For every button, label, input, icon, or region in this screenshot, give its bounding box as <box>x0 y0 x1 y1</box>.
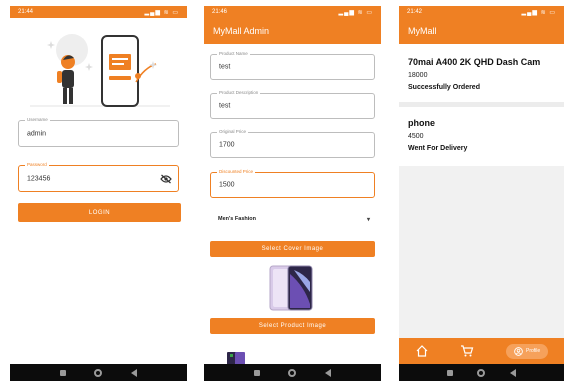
original-price-value: 1700 <box>219 141 235 149</box>
recents-icon[interactable] <box>447 369 454 376</box>
product-name-field[interactable]: Product Name test <box>210 51 375 80</box>
order-status: Successfully Ordered <box>408 84 480 91</box>
back-icon[interactable] <box>324 368 331 377</box>
empty-area <box>399 166 564 338</box>
cover-image-preview <box>269 265 313 311</box>
android-nav-bar <box>399 364 564 381</box>
status-bar: 21:42 ▂▄▆ ≋ ▭ <box>399 6 564 18</box>
profile-icon <box>514 346 523 356</box>
username-value: admin <box>27 130 47 137</box>
status-icons: ▂▄▆ ≋ ▭ <box>521 9 556 16</box>
order-price: 4500 <box>408 133 424 140</box>
profile-tab[interactable]: Profile <box>505 343 549 359</box>
person-with-phone-illustration <box>30 34 170 107</box>
password-field[interactable]: Password 123456 <box>18 162 179 192</box>
product-description-value: test <box>219 102 231 110</box>
product-description-field[interactable]: Product Description test <box>210 90 375 119</box>
back-icon[interactable] <box>130 368 137 377</box>
cart-icon[interactable] <box>460 344 474 358</box>
home-icon[interactable] <box>94 368 103 377</box>
home-icon[interactable] <box>415 344 429 358</box>
status-bar: 21:44 ▂▄▆ ≋ ▭ <box>10 6 187 18</box>
status-time: 21:44 <box>18 9 34 15</box>
order-product-name: phone <box>408 118 435 128</box>
home-icon[interactable] <box>477 368 486 377</box>
category-value: Men's Fashion <box>218 216 256 222</box>
order-card[interactable]: phone 4500 Went For Delivery <box>399 111 564 166</box>
status-icons: ▂▄▆ ≋ ▭ <box>144 9 179 16</box>
status-time: 21:46 <box>212 9 228 15</box>
profile-label: Profile <box>525 348 541 354</box>
select-product-image-button[interactable]: Select Product Image <box>210 318 375 334</box>
product-image-thumbnail <box>227 352 245 365</box>
username-label: Username <box>25 117 50 123</box>
order-status: Went For Delivery <box>408 145 468 152</box>
android-nav-bar <box>10 364 187 381</box>
select-cover-image-button[interactable]: Select Cover Image <box>210 241 375 257</box>
product-name-label: Product Name <box>217 51 250 57</box>
android-nav-bar <box>204 364 381 381</box>
recents-icon[interactable] <box>60 369 67 376</box>
login-button[interactable]: LOGIN <box>18 203 181 222</box>
admin-screen: 21:46 ▂▄▆ ≋ ▭ MyMall Admin Product Name … <box>204 6 381 381</box>
login-screen: 21:44 ▂▄▆ ≋ ▭ Username admin Password 12… <box>10 6 187 381</box>
status-icons: ▂▄▆ ≋ ▭ <box>338 9 373 16</box>
username-field[interactable]: Username admin <box>18 117 179 147</box>
recents-icon[interactable] <box>254 369 261 376</box>
status-time: 21:42 <box>407 9 423 15</box>
discounted-price-label: Discounted Price <box>217 169 256 175</box>
original-price-field[interactable]: Original Price 1700 <box>210 129 375 158</box>
orders-screen: 21:42 ▂▄▆ ≋ ▭ MyMall 70mai A400 2K QHD D… <box>399 6 564 381</box>
status-bar: 21:46 ▂▄▆ ≋ ▭ <box>204 6 381 18</box>
discounted-price-value: 1500 <box>219 181 235 189</box>
app-bar-title: MyMall <box>399 18 564 44</box>
order-price: 18000 <box>408 72 428 79</box>
password-label: Password <box>25 162 49 168</box>
chevron-down-icon: ▾ <box>366 216 370 223</box>
category-dropdown[interactable]: Men's Fashion ▾ <box>214 212 374 226</box>
visibility-off-icon[interactable] <box>160 174 172 184</box>
password-value: 123456 <box>27 175 51 182</box>
bottom-navigation: Profile <box>399 338 564 364</box>
product-description-label: Product Description <box>217 90 261 96</box>
discounted-price-field[interactable]: Discounted Price 1500 <box>210 169 375 198</box>
home-icon[interactable] <box>288 368 297 377</box>
order-card[interactable]: 70mai A400 2K QHD Dash Cam 18000 Success… <box>399 52 564 107</box>
original-price-label: Original Price <box>217 129 249 135</box>
product-name-value: test <box>219 63 231 71</box>
app-bar-title: MyMall Admin <box>204 18 381 44</box>
order-product-name: 70mai A400 2K QHD Dash Cam <box>408 57 541 67</box>
back-icon[interactable] <box>509 368 516 377</box>
